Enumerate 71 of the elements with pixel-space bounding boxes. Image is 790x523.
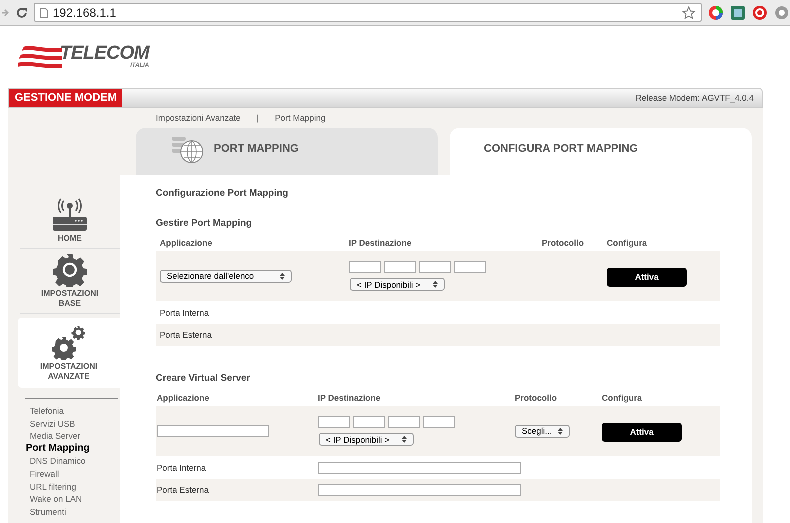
ip-octet-field[interactable] bbox=[388, 416, 420, 428]
breadcrumb-item[interactable]: Impostazioni Avanzate bbox=[156, 112, 241, 124]
ip-select[interactable]: < IP Disponibili > bbox=[350, 278, 445, 292]
row-label: Porta Interna bbox=[157, 462, 208, 475]
ip-octet-field[interactable] bbox=[423, 416, 455, 428]
logo-text: TELECOM bbox=[60, 44, 150, 63]
submenu-item[interactable]: Port Mapping bbox=[8, 442, 120, 456]
breadcrumb-item: | bbox=[256, 112, 260, 124]
submenu-item[interactable]: Firewall bbox=[8, 468, 120, 481]
extension-icon[interactable] bbox=[774, 4, 788, 20]
column-header: Applicazione bbox=[160, 236, 212, 250]
gears-icon bbox=[52, 326, 86, 360]
port-field[interactable] bbox=[318, 484, 521, 496]
header-title: GESTIONE MODEM bbox=[9, 89, 122, 107]
stepper-icon bbox=[402, 436, 407, 444]
row-label: Porta Interna bbox=[160, 306, 210, 320]
application-select[interactable]: Selezionare dall'elenco bbox=[160, 270, 292, 283]
ip-select[interactable]: < IP Disponibili > bbox=[319, 433, 414, 446]
port-field[interactable] bbox=[318, 462, 521, 474]
section-title: Creare Virtual Server bbox=[156, 372, 252, 386]
column-header: Protocollo bbox=[515, 392, 558, 405]
ip-octet-field[interactable] bbox=[419, 261, 451, 274]
gear-icon bbox=[53, 253, 87, 287]
submenu-item[interactable]: Servizi USB bbox=[8, 418, 120, 430]
router-icon bbox=[52, 198, 88, 232]
release-text: Release Modem: AGVTF_4.0.4 bbox=[636, 92, 755, 104]
activate-button[interactable]: Attiva bbox=[602, 423, 682, 442]
column-header: Applicazione bbox=[157, 392, 210, 405]
tab[interactable]: CONFIGURA PORT MAPPING bbox=[450, 128, 752, 175]
extension-icon[interactable] bbox=[752, 4, 768, 20]
sidebar-section[interactable]: IMPOSTAZIONI AVANZATE bbox=[18, 318, 120, 388]
ip-octet-field[interactable] bbox=[454, 261, 486, 274]
extension-icon[interactable] bbox=[708, 4, 724, 20]
section-title: Gestire Port Mapping bbox=[156, 217, 254, 232]
column-header: Protocollo bbox=[542, 236, 584, 250]
submenu-item[interactable]: Telefonia bbox=[8, 405, 120, 418]
breadcrumb-item[interactable]: Port Mapping bbox=[275, 112, 326, 124]
stepper-icon bbox=[280, 272, 285, 280]
page-icon bbox=[40, 8, 48, 18]
ip-octet-field[interactable] bbox=[384, 261, 416, 274]
logo-stripes-icon bbox=[18, 44, 62, 70]
row-label: Porta Esterna bbox=[160, 328, 213, 342]
submenu-item[interactable]: URL filtering bbox=[8, 480, 120, 494]
tab[interactable]: PORT MAPPING bbox=[136, 128, 438, 175]
extension-icon[interactable] bbox=[730, 4, 746, 20]
sidebar-section[interactable]: IMPOSTAZIONI BASE bbox=[20, 249, 120, 314]
submenu-item[interactable]: Media Server bbox=[8, 430, 120, 443]
ip-octet-field[interactable] bbox=[349, 261, 381, 274]
star-icon[interactable] bbox=[682, 6, 696, 20]
url-text: 192.168.1.1 bbox=[53, 4, 118, 22]
row-label: Porta Esterna bbox=[157, 484, 210, 497]
protocol-select[interactable]: Scegli... bbox=[515, 424, 570, 438]
submenu-item[interactable]: Strumenti bbox=[8, 506, 120, 518]
ip-octet-field[interactable] bbox=[318, 416, 350, 428]
address-bar[interactable]: 192.168.1.1 bbox=[34, 3, 702, 22]
submenu-item[interactable]: Wake on LAN bbox=[8, 493, 120, 506]
reload-icon[interactable] bbox=[16, 6, 28, 18]
sidebar-section[interactable]: HOME bbox=[20, 194, 120, 249]
column-header: IP Destinazione bbox=[318, 392, 381, 405]
column-header: Configura bbox=[607, 236, 648, 250]
application-field[interactable] bbox=[157, 425, 269, 438]
globe-server-icon bbox=[172, 136, 204, 164]
activate-button[interactable]: Attiva bbox=[607, 268, 687, 288]
column-header: IP Destinazione bbox=[349, 236, 412, 250]
stepper-icon bbox=[433, 281, 438, 288]
forward-icon[interactable] bbox=[2, 8, 10, 18]
ip-octet-field[interactable] bbox=[353, 416, 385, 428]
stepper-icon bbox=[558, 428, 563, 435]
column-header: Configura bbox=[602, 392, 642, 405]
page-title: Configurazione Port Mapping bbox=[156, 187, 290, 201]
submenu-item[interactable]: DNS Dinamico bbox=[8, 455, 120, 468]
